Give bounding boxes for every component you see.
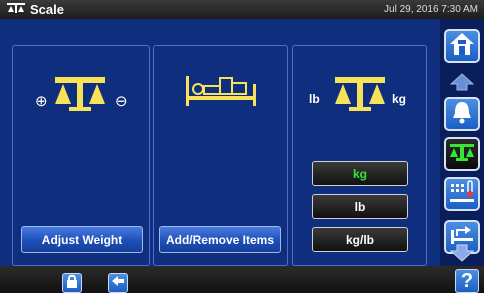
adjust-weight-button[interactable]: Adjust Weight [21, 226, 143, 253]
datetime: Jul 29, 2016 7:30 AM [384, 4, 478, 15]
unit-option-kg-lb[interactable]: kg/lb [312, 227, 408, 252]
scale-icon [6, 2, 26, 17]
page-title: Scale [30, 2, 64, 17]
alarm-button[interactable] [444, 97, 480, 131]
scroll-up-button[interactable] [444, 72, 480, 96]
right-sidebar [440, 19, 484, 266]
unit-option-kg[interactable]: kg [312, 161, 408, 186]
unit-option-lb[interactable]: lb [312, 194, 408, 219]
lb-label: lb [309, 92, 320, 106]
bed-items-icon [184, 74, 258, 113]
scroll-down-button[interactable] [444, 244, 480, 267]
weight-panel: ⊕ ⊖ Adjust Weight [12, 45, 150, 266]
plus-symbol: ⊕ [35, 93, 48, 110]
help-button[interactable]: ? [455, 269, 479, 293]
back-arrow-icon [111, 274, 125, 292]
title-bar: Scale Jul 29, 2016 7:30 AM [0, 0, 484, 19]
lock-icon [66, 274, 78, 293]
home-icon [449, 32, 475, 61]
bed-temperature-icon [448, 179, 476, 210]
add-remove-items-button[interactable]: Add/Remove Items [159, 226, 281, 253]
lock-button[interactable] [62, 273, 82, 293]
home-button[interactable] [444, 29, 480, 63]
scale-icon [448, 142, 476, 167]
scale-icon [331, 74, 389, 119]
title-area: Scale [6, 2, 64, 17]
bell-icon [450, 100, 474, 129]
main-area: ⊕ ⊖ Adjust Weight Add/Remove Items lb kg… [0, 19, 440, 266]
minus-symbol: ⊖ [115, 93, 128, 110]
kg-label: kg [392, 92, 407, 106]
back-button[interactable] [108, 273, 128, 293]
scale-button[interactable] [444, 137, 480, 171]
bottom-bar: ? [0, 266, 484, 293]
bed-temperature-button[interactable] [444, 177, 480, 211]
items-panel: Add/Remove Items [153, 45, 288, 266]
scale-icon [51, 74, 109, 119]
down-arrow-icon [449, 244, 475, 267]
units-panel: lb kg kg lb kg/lb [292, 45, 427, 266]
up-arrow-icon [449, 72, 475, 96]
